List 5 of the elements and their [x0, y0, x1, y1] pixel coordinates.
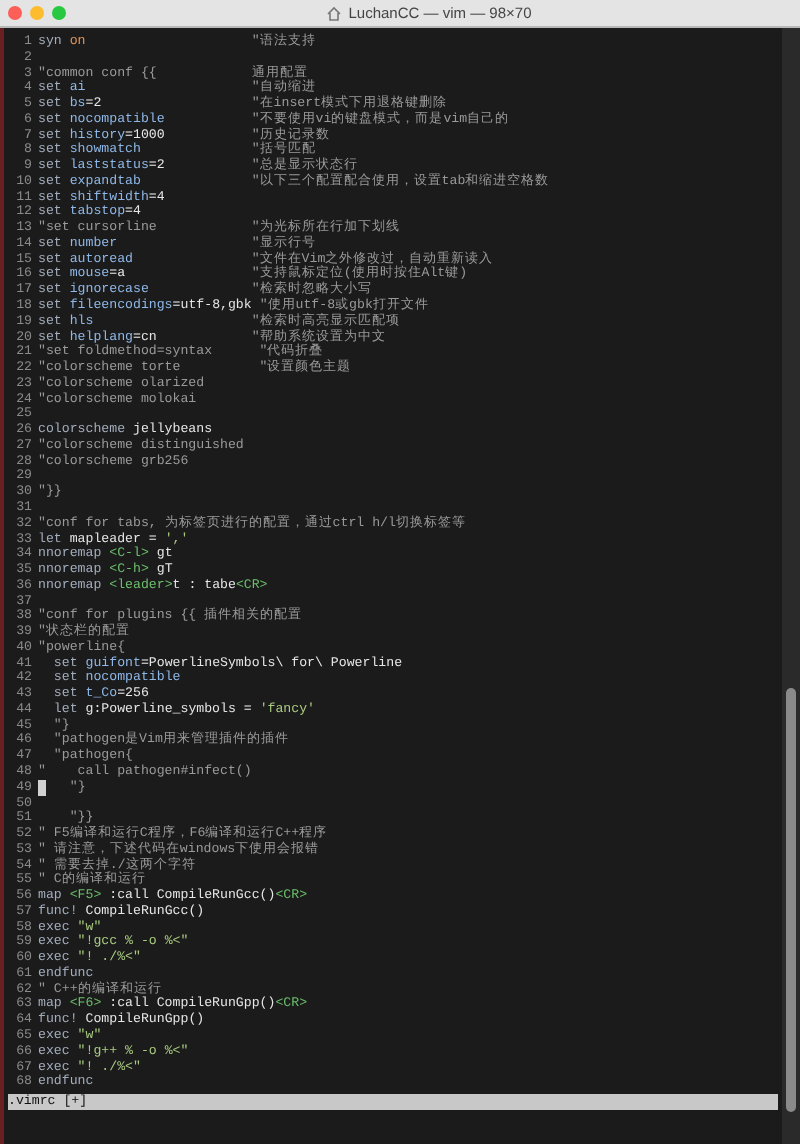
- house-icon: [326, 5, 343, 21]
- close-button[interactable]: [8, 6, 22, 20]
- scrollbar-thumb[interactable]: [786, 688, 796, 1112]
- zoom-button[interactable]: [52, 6, 66, 20]
- minimize-button[interactable]: [30, 6, 44, 20]
